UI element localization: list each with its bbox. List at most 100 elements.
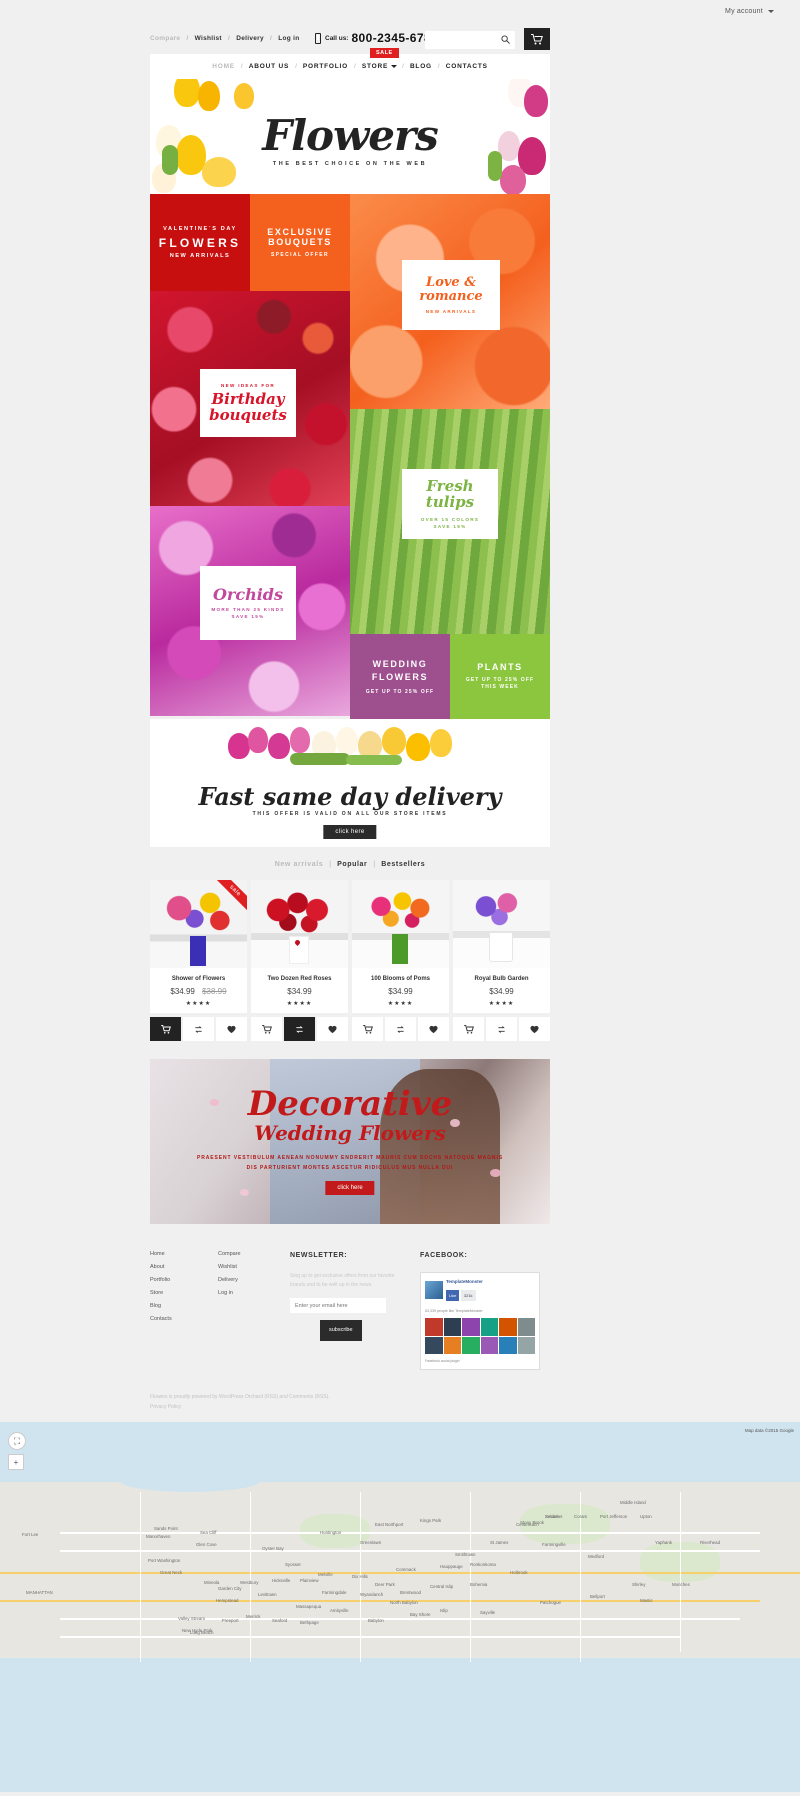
compare-button[interactable] — [486, 1017, 519, 1041]
facebook-thumb[interactable] — [517, 1336, 535, 1355]
delivery-click-here-button[interactable]: click here — [323, 825, 377, 839]
footer-link-store[interactable]: Store — [150, 1287, 218, 1300]
map-bay — [120, 1470, 260, 1493]
facebook-thumb[interactable] — [517, 1318, 535, 1336]
product-card[interactable]: 100 Blooms of Poms $34.99 ★★★★ — [352, 880, 449, 1041]
compare-button[interactable] — [385, 1017, 418, 1041]
footer-link-blog[interactable]: Blog — [150, 1300, 218, 1313]
map-place-label: Centereach — [516, 1522, 539, 1528]
search-input[interactable] — [425, 33, 497, 52]
map-place-label: Oyster Bay — [262, 1546, 284, 1552]
nav-item-blog[interactable]: BLOG — [409, 63, 433, 70]
product-card[interactable]: sale Shower of Flowers $34.99 $38.99 ★★★… — [150, 880, 247, 1041]
map-place-label: Islip — [440, 1608, 448, 1614]
add-to-cart-button[interactable] — [150, 1017, 183, 1041]
compare-button[interactable] — [284, 1017, 317, 1041]
promo-tulips[interactable]: Fresh tulips OVER 15 COLORS SAVE 15% — [350, 409, 550, 634]
chevron-down-icon[interactable] — [391, 65, 398, 68]
facebook-thumb[interactable] — [462, 1318, 480, 1336]
add-to-cart-button[interactable] — [352, 1017, 385, 1041]
newsletter-email-input[interactable] — [290, 1298, 386, 1314]
cart-button[interactable] — [524, 28, 550, 50]
chevron-down-icon — [768, 9, 774, 13]
nav-item-portfolio[interactable]: PORTFOLIO — [302, 63, 349, 70]
promo-wedding[interactable]: WEDDING FLOWERS GET UP TO 25% OFF — [350, 634, 450, 719]
footer-link-home[interactable]: Home — [150, 1248, 218, 1261]
facebook-thumb[interactable] — [499, 1318, 517, 1336]
footer-link-about[interactable]: About — [150, 1261, 218, 1274]
footer-link-compare[interactable]: Compare — [218, 1248, 290, 1261]
footer-link-delivery[interactable]: Delivery — [218, 1274, 290, 1287]
facebook-thumb[interactable] — [480, 1318, 498, 1336]
product-list: sale Shower of Flowers $34.99 $38.99 ★★★… — [150, 880, 550, 1041]
compare-button[interactable] — [183, 1017, 216, 1041]
map-place-label: Bethpage — [300, 1620, 319, 1626]
promo-valentines[interactable]: VALENTINE`S DAY FLOWERS NEW ARRIVALS — [150, 194, 250, 291]
footer-link-contacts[interactable]: Contacts — [150, 1313, 218, 1326]
my-account-menu[interactable]: My account — [725, 8, 774, 15]
copyright-line: Flowers is proudly powered by WordPress … — [150, 1394, 330, 1401]
map-widget[interactable]: ⛶ + Map data ©2015 Google Smithtown Hunti… — [0, 1422, 800, 1793]
tab-bestsellers[interactable]: Bestsellers — [381, 861, 425, 868]
nav-item-about-us[interactable]: ABOUT US — [248, 63, 290, 70]
product-price-current: $34.99 — [287, 987, 312, 996]
newsletter-subscribe-button[interactable]: subscribe — [320, 1320, 362, 1342]
wishlist-button[interactable] — [418, 1017, 449, 1041]
promo-orchids[interactable]: Orchids MORE THAN 25 KINDS SAVE 15% — [150, 506, 350, 716]
promo-plants-line2: GET UP TO 25% OFF — [465, 676, 535, 683]
wedding-banner[interactable]: Decorative Wedding Flowers PRAESENT VEST… — [150, 1059, 550, 1224]
footer-link-login[interactable]: Log in — [218, 1287, 290, 1300]
top-link-compare[interactable]: Compare — [150, 35, 180, 42]
nav-item-home[interactable]: HOME — [211, 63, 236, 70]
facebook-like-button[interactable]: Like — [446, 1290, 460, 1302]
map-road — [60, 1636, 680, 1638]
footer-link-wishlist[interactable]: Wishlist — [218, 1261, 290, 1274]
tab-popular[interactable]: Popular — [337, 861, 367, 868]
promo-exclusive[interactable]: EXCLUSIVE BOUQUETS SPECIAL OFFER — [250, 194, 350, 291]
facebook-thumb[interactable] — [499, 1336, 517, 1355]
map-zoom-in-button[interactable]: + — [8, 1454, 24, 1471]
promo-love-sub: NEW ARRIVALS — [425, 309, 477, 315]
top-link-login[interactable]: Log in — [278, 35, 299, 42]
promo-birthday[interactable]: NEW IDEAS FOR Birthday bouquets — [150, 291, 350, 506]
product-rating: ★★★★ — [488, 1001, 515, 1007]
wishlist-button[interactable] — [216, 1017, 247, 1041]
search-box[interactable] — [425, 31, 515, 52]
promo-love[interactable]: Love & romance NEW ARRIVALS — [350, 194, 550, 409]
tulip-decoration — [382, 727, 406, 755]
facebook-thumb[interactable] — [443, 1336, 461, 1355]
nav-item-store[interactable]: STORE — [361, 63, 389, 70]
facebook-thumb[interactable] — [425, 1336, 443, 1355]
product-card[interactable]: Two Dozen Red Roses $34.99 ★★★★ — [251, 880, 348, 1041]
top-link-delivery[interactable]: Delivery — [236, 35, 264, 42]
facebook-thumb[interactable] — [480, 1336, 498, 1355]
facebook-thumb[interactable] — [462, 1336, 480, 1355]
footer-link-portfolio[interactable]: Portfolio — [150, 1274, 218, 1287]
search-icon[interactable] — [501, 35, 510, 44]
facebook-thumb[interactable] — [443, 1318, 461, 1336]
site-logo[interactable]: Flowers THE BEST CHOICE ON THE WEB — [150, 115, 550, 168]
facebook-thumb[interactable] — [425, 1318, 443, 1336]
product-name[interactable]: Shower of Flowers — [154, 976, 243, 982]
map-place-label: Port Washington — [148, 1558, 181, 1564]
product-card[interactable]: Royal Bulb Garden $34.99 ★★★★ — [453, 880, 550, 1041]
promo-valentines-kicker: VALENTINE`S DAY — [163, 226, 237, 232]
nav-item-contacts[interactable]: CONTACTS — [445, 63, 489, 70]
map-place-label: Bellport — [590, 1594, 605, 1600]
tulip-decoration — [228, 733, 250, 759]
product-name[interactable]: Two Dozen Red Roses — [255, 976, 344, 982]
facebook-widget[interactable]: TemplateMonster Like 321k 63,339 people … — [420, 1272, 540, 1371]
add-to-cart-button[interactable] — [453, 1017, 486, 1041]
wishlist-button[interactable] — [317, 1017, 348, 1041]
wishlist-button[interactable] — [519, 1017, 550, 1041]
promo-left-column: VALENTINE`S DAY FLOWERS NEW ARRIVALS EXC… — [150, 194, 350, 719]
promo-plants[interactable]: PLANTS GET UP TO 25% OFF THIS WEEK — [450, 634, 550, 719]
tab-new-arrivals[interactable]: New arrivals — [275, 861, 323, 868]
product-name[interactable]: Royal Bulb Garden — [457, 976, 546, 982]
wedding-click-here-button[interactable]: click here — [325, 1181, 375, 1195]
top-link-wishlist[interactable]: Wishlist — [195, 35, 222, 42]
product-name[interactable]: 100 Blooms of Poms — [356, 976, 445, 982]
add-to-cart-button[interactable] — [251, 1017, 284, 1041]
privacy-policy-link[interactable]: Privacy Policy — [150, 1404, 181, 1410]
product-rating: ★★★★ — [185, 1001, 212, 1007]
